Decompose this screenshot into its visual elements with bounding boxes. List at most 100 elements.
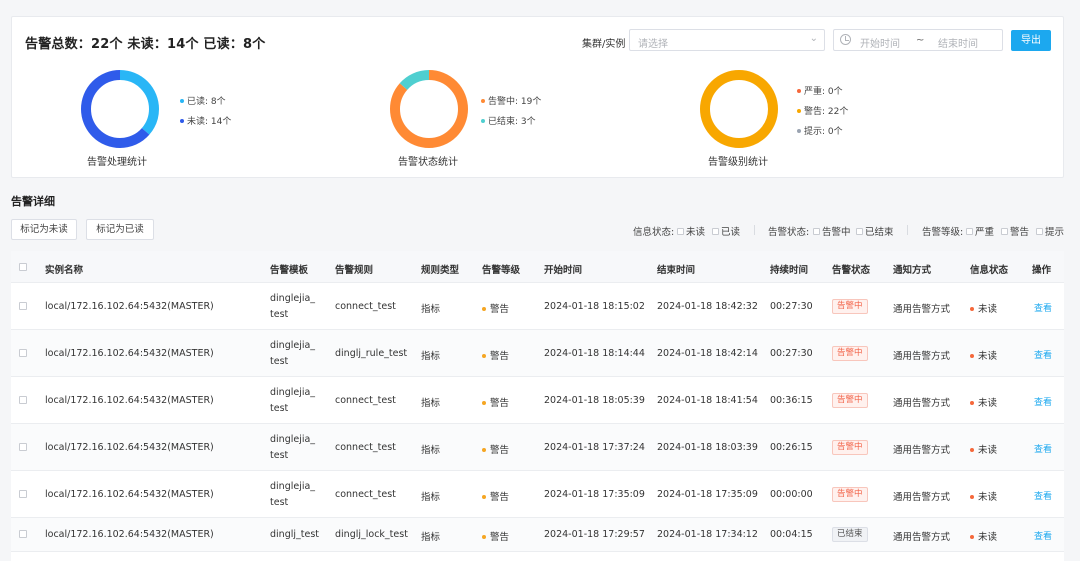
checkbox-box[interactable] [856, 228, 863, 235]
filter-unread-checkbox[interactable]: 未读 [677, 224, 705, 238]
cell-rule-type: 指标 [421, 492, 441, 503]
checkbox-box[interactable] [813, 228, 820, 235]
cell-instance: local/172.16.102.64:5432(MASTER) [45, 489, 214, 500]
cluster-select[interactable]: 请选择 ⌄ [629, 29, 825, 51]
row-checkbox[interactable] [19, 530, 27, 538]
cell-start-time: 2024-01-18 18:05:39 [544, 395, 645, 406]
cell-end-time: 2024-01-18 18:42:14 [657, 348, 758, 359]
date-range-picker[interactable]: 开始时间 ~ 结束时间 [833, 29, 1003, 51]
filter-warning-checkbox[interactable]: 警告 [1001, 224, 1029, 238]
legend-dot [797, 128, 801, 133]
row-checkbox[interactable] [19, 349, 27, 357]
header-level: 告警等级 [482, 265, 521, 276]
view-link[interactable]: 查看 [1034, 489, 1052, 502]
mark-read-button[interactable]: 标记为已读 [86, 219, 154, 240]
legend-label: 未读: 14个 [187, 117, 232, 127]
cell-template: dinglj_test [270, 529, 319, 540]
header-action: 操作 [1032, 265, 1052, 276]
legend-dot [180, 98, 184, 103]
clock-icon [840, 34, 851, 45]
cell-start-time: 2024-01-18 18:15:02 [544, 301, 645, 312]
checkbox-box[interactable] [677, 228, 684, 235]
cell-info-status: 未读 [970, 529, 997, 543]
table-row: local/172.16.102.64:5432(MASTER) dinglj_t… [11, 518, 1064, 552]
header-notify: 通知方式 [893, 265, 932, 276]
checkbox-label: 已读 [721, 227, 741, 238]
view-link[interactable]: 查看 [1034, 301, 1052, 314]
filter-divider [754, 225, 755, 235]
level-label: 警告 [490, 445, 510, 456]
filter-ended-checkbox[interactable]: 已结束 [856, 224, 894, 238]
summary-card: 告警总数：22个 未读：14个 已读：8个 集群/实例 请选择 ⌄ 开始时间 ~… [11, 16, 1064, 178]
checkbox-label: 告警中 [822, 227, 851, 238]
legend-item: 未读: 14个 [180, 115, 231, 135]
alert-status-filter-label: 告警状态: [768, 227, 810, 238]
cell-level: 警告 [482, 395, 509, 409]
date-start-input[interactable]: 开始时间 [860, 35, 900, 50]
header-instance: 实例名称 [45, 265, 84, 276]
filter-hint-checkbox[interactable]: 提示 [1036, 224, 1064, 238]
cell-notify: 通用告警方式 [893, 532, 951, 543]
checkbox-box[interactable] [1001, 228, 1008, 235]
legend-dot [481, 98, 485, 103]
legend-item: 告警中: 19个 [481, 95, 541, 115]
cell-level: 警告 [482, 529, 509, 543]
level-label: 警告 [490, 398, 510, 409]
row-checkbox[interactable] [19, 490, 27, 498]
row-checkbox[interactable] [19, 396, 27, 404]
status-badge: 已结束 [832, 527, 868, 542]
unread-dot [970, 447, 974, 452]
info-status-label: 未读 [978, 445, 998, 456]
cell-info-status: 未读 [970, 395, 997, 409]
checkbox-box[interactable] [1036, 228, 1043, 235]
filter-alerting-checkbox[interactable]: 告警中 [813, 224, 851, 238]
unread-dot [970, 494, 974, 499]
table-row: local/172.16.102.64:5432(MASTER) dingleji… [11, 377, 1064, 424]
date-end-input[interactable]: 结束时间 [938, 35, 978, 50]
cell-template: dinglejia_test [270, 293, 316, 320]
cell-end-time: 2024-01-18 17:34:12 [657, 529, 758, 540]
table-row: local/172.16.102.64:5432(MASTER) dingleji… [11, 424, 1064, 471]
status-donut [390, 70, 468, 148]
cell-notify: 通用告警方式 [893, 398, 951, 409]
cell-duration: 00:04:15 [770, 529, 813, 540]
cell-rule: dinglj_rule_test [335, 348, 408, 359]
legend-dot [180, 118, 184, 123]
view-link[interactable]: 查看 [1034, 442, 1052, 455]
info-status-label: 未读 [978, 492, 998, 503]
filter-critical-checkbox[interactable]: 严重 [966, 224, 994, 238]
view-link[interactable]: 查看 [1034, 395, 1052, 408]
cell-end-time: 2024-01-18 18:41:54 [657, 395, 758, 406]
legend-dot [481, 118, 485, 123]
checkbox-box[interactable] [966, 228, 973, 235]
legend-item: 已结束: 3个 [481, 115, 541, 135]
cluster-select-placeholder: 请选择 [638, 39, 668, 50]
status-badge: 告警中 [832, 487, 868, 502]
legend-item: 提示: 0个 [797, 125, 848, 145]
export-button[interactable]: 导出 [1011, 30, 1051, 51]
checkbox-label: 严重 [975, 227, 995, 238]
cell-rule-type: 指标 [421, 398, 441, 409]
filter-read-checkbox[interactable]: 已读 [712, 224, 740, 238]
table-header: 实例名称 告警模板 告警规则 规则类型 告警等级 开始时间 结束时间 持续时间 … [11, 251, 1064, 283]
view-link[interactable]: 查看 [1034, 529, 1052, 542]
cell-rule-type: 指标 [421, 351, 441, 362]
cell-duration: 00:36:15 [770, 395, 813, 406]
header-start-time: 开始时间 [544, 265, 583, 276]
mark-unread-button[interactable]: 标记为未读 [11, 219, 77, 240]
row-checkbox[interactable] [19, 302, 27, 310]
table-row: local/172.16.102.64:5432(MASTER) dingleji… [11, 471, 1064, 518]
processing-legend: 已读: 8个 未读: 14个 [180, 95, 231, 135]
chart-caption: 告警状态统计 [398, 157, 458, 168]
level-label: 警告 [490, 532, 510, 543]
select-all-checkbox[interactable] [19, 263, 27, 271]
checkbox-box[interactable] [712, 228, 719, 235]
cell-instance: local/172.16.102.64:5432(MASTER) [45, 301, 214, 312]
legend-label: 告警中: 19个 [488, 97, 542, 107]
row-checkbox[interactable] [19, 443, 27, 451]
status-legend: 告警中: 19个 已结束: 3个 [481, 95, 541, 135]
view-link[interactable]: 查看 [1034, 348, 1052, 361]
level-dot [482, 534, 486, 539]
chevron-down-icon: ⌄ [809, 33, 818, 44]
header-info-status: 信息状态 [970, 265, 1009, 276]
